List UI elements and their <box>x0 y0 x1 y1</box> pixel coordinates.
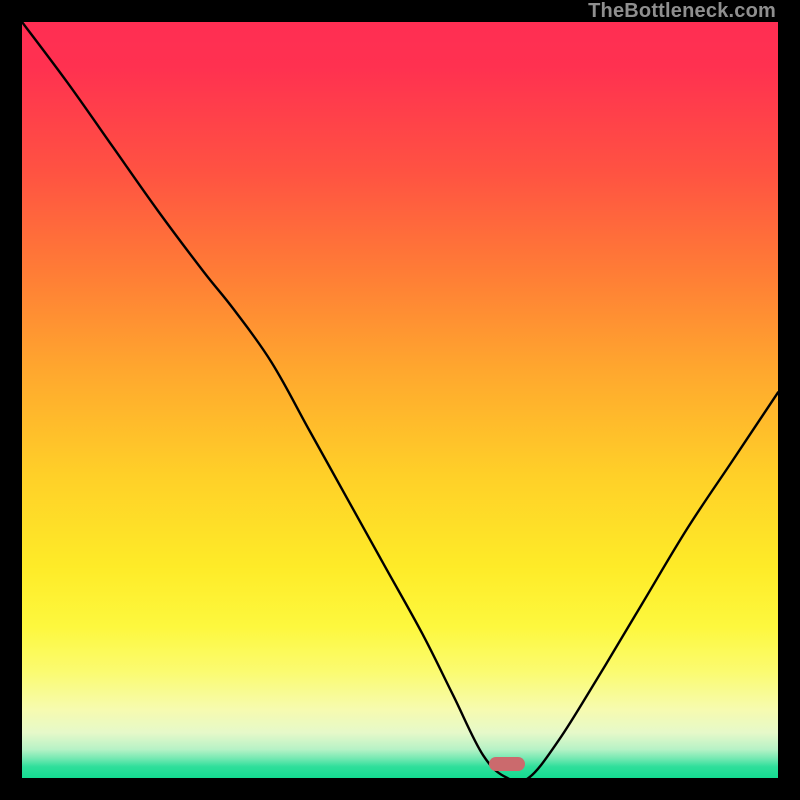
watermark-text: TheBottleneck.com <box>588 0 776 23</box>
plot-area <box>22 22 778 778</box>
bottleneck-curve <box>22 22 778 778</box>
optimal-marker <box>489 757 525 771</box>
chart-frame: TheBottleneck.com <box>0 0 800 800</box>
